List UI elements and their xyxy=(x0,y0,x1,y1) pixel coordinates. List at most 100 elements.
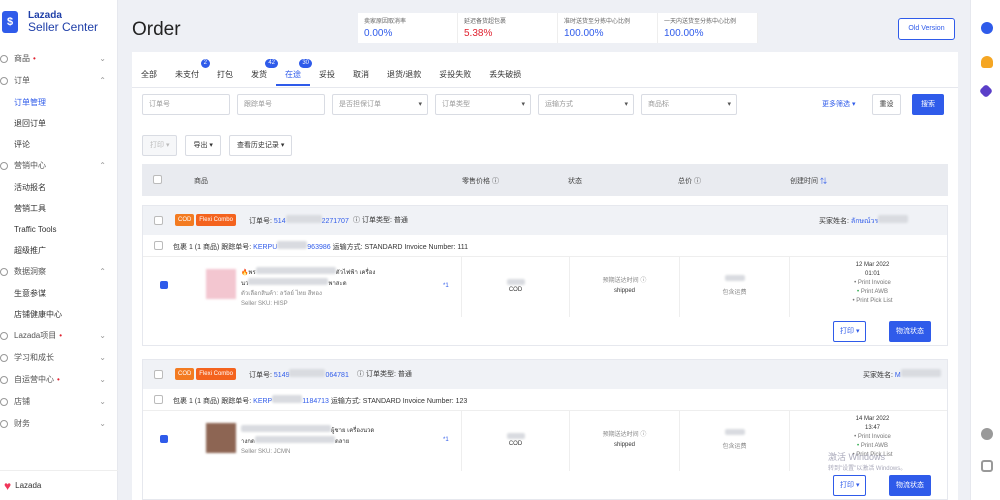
order-number-end: 2271707 xyxy=(321,218,349,225)
product-tag-select[interactable]: 商品标 ▾ xyxy=(641,94,737,115)
sidebar-item-orders[interactable]: 订单 ⌃ xyxy=(0,70,118,92)
sidebar-item-sponsored[interactable]: 超级推广 xyxy=(0,240,118,261)
tracking-start[interactable]: KERPU xyxy=(253,244,277,251)
print-awb-status[interactable]: • Print AWB xyxy=(796,288,949,297)
status-value: shipped xyxy=(613,288,636,294)
product-title-line1[interactable]: 🔥พร ตัวไฟฟ้า เครื่อง xyxy=(241,267,451,278)
order-item-row: ผู้ชาย เครื่องนวด างกด ดลาย Seller SKU: J… xyxy=(143,411,947,471)
guarantee-select[interactable]: 是否担保订单 ▾ xyxy=(332,94,428,115)
order-number-value[interactable]: 514 2271707 xyxy=(273,215,349,225)
order-checkbox[interactable] xyxy=(154,216,163,225)
shipping-method-select[interactable]: 运输方式 ▾ xyxy=(538,94,634,115)
reset-button[interactable]: 重设 xyxy=(872,94,901,115)
package-checkbox[interactable] xyxy=(154,395,163,404)
feedback-edit-icon[interactable] xyxy=(981,460,993,472)
select-all-checkbox[interactable] xyxy=(153,175,162,184)
sidebar-item-order-management[interactable]: 订单管理 xyxy=(0,92,118,113)
settings-gear-icon[interactable] xyxy=(981,428,993,440)
package-checkbox[interactable] xyxy=(154,241,163,250)
sidebar-item-campaigns[interactable]: 活动报名 xyxy=(0,177,118,198)
tab-in-transit[interactable]: 在途 30 xyxy=(276,59,312,86)
print-invoice-status[interactable]: • Print Invoice xyxy=(796,279,949,288)
order-number-start: 514 xyxy=(273,218,286,225)
done-dot: • xyxy=(857,443,860,449)
buyer-value[interactable]: ลักษณ์วร xyxy=(851,218,878,225)
created-time: 13:47 xyxy=(864,425,880,431)
package-row: 包裹 1 (1 商品) 跟踪单号: KERPU 963986 运输方式: STAN… xyxy=(143,235,947,257)
sidebar-item-finance[interactable]: 财务 ⌄ xyxy=(0,413,118,435)
column-price: 零售价格 ⓘ xyxy=(462,176,499,186)
badge-icon[interactable] xyxy=(978,83,994,99)
sidebar-item-lazada-programs[interactable]: Lazada项目 • ⌄ xyxy=(0,325,118,347)
product-title-line1[interactable]: ผู้ชาย เครื่องนวด xyxy=(241,425,451,436)
history-button[interactable]: 查看历史记录 ▾ xyxy=(228,135,293,156)
old-version-button[interactable]: Old Version xyxy=(898,18,955,40)
tab-returns[interactable]: 退货/退款 xyxy=(378,64,430,86)
order-number-end: 064781 xyxy=(325,372,349,379)
chevron-up-icon: ⌃ xyxy=(99,76,106,85)
data-icon xyxy=(0,268,8,276)
button-label: 打印 xyxy=(840,482,854,489)
product-title-start: พร xyxy=(248,270,256,276)
brand-subtitle: Seller Center xyxy=(28,20,99,34)
order-number-start: 5149 xyxy=(273,372,290,379)
search-button[interactable]: 搜索 xyxy=(912,94,944,115)
sidebar-item-label: 营销中心 xyxy=(14,161,46,170)
sort-icon: ⇅ xyxy=(819,178,827,185)
tab-packing[interactable]: 打包 xyxy=(208,64,242,86)
tab-failed-delivery[interactable]: 妥投失败 xyxy=(430,64,480,86)
tracking-end[interactable]: 963986 xyxy=(307,244,330,251)
tab-shipping[interactable]: 发货 42 xyxy=(242,59,278,86)
info-icon: ⓘ xyxy=(693,178,701,185)
print-bulk-button[interactable]: 打印 ▾ xyxy=(142,135,178,156)
order-number-input[interactable]: 订单号 xyxy=(142,94,230,115)
sidebar-item-store[interactable]: 店铺 ⌄ xyxy=(0,391,118,413)
buyer-value[interactable]: M xyxy=(895,372,901,379)
info-icon: ⓘ xyxy=(353,217,360,224)
logistics-status-button[interactable]: 物流状态 xyxy=(889,475,931,496)
tab-unpaid[interactable]: 未支付 2 xyxy=(166,59,210,86)
logistics-status-button[interactable]: 物流状态 xyxy=(889,321,931,342)
sidebar-item-marketing[interactable]: 营销中心 ⌃ xyxy=(0,155,118,177)
tracking-end[interactable]: 1184713 xyxy=(302,398,329,405)
print-button[interactable]: 打印 ▾ xyxy=(833,475,867,496)
column-created[interactable]: 创建时间 ⇅ xyxy=(790,176,827,186)
package-label: 包裹 1 (1 商品) xyxy=(173,244,220,251)
cod-tag: COD xyxy=(175,368,195,380)
sidebar-item-traffic-tools[interactable]: Traffic Tools xyxy=(0,219,118,240)
sidebar-item-returns[interactable]: 退回订单 xyxy=(0,113,118,134)
sidebar-item-reviews[interactable]: 评论 xyxy=(0,134,118,155)
seller-sku: Seller SKU: HISP xyxy=(241,301,288,307)
sidebar-item-business-advisor[interactable]: 生意参谋 xyxy=(0,283,118,304)
sidebar-item-learning[interactable]: 学习和成长 ⌄ xyxy=(0,347,118,369)
total-cell: 包含运费 xyxy=(679,411,789,471)
logo[interactable]: $ Lazada Seller Center xyxy=(2,10,98,34)
more-filters-button[interactable]: 更多筛选 ▾ xyxy=(822,94,855,115)
column-label: 零售价格 xyxy=(462,178,490,185)
tab-all[interactable]: 全部 xyxy=(132,64,166,86)
tab-canceled[interactable]: 取消 xyxy=(344,64,378,86)
product-info: ผู้ชาย เครื่องนวด างกด ดลาย Seller SKU: J… xyxy=(241,425,451,457)
order-checkbox[interactable] xyxy=(154,370,163,379)
sidebar-item-products[interactable]: 商品 • ⌄ xyxy=(0,48,118,70)
flexi-combo-tag: Flexi Combo xyxy=(196,368,236,380)
tab-delivered[interactable]: 妥投 xyxy=(310,64,344,86)
tracking-start[interactable]: KERP xyxy=(253,398,272,405)
sidebar-item-self-operation[interactable]: 自运营中心 • ⌄ xyxy=(0,369,118,391)
self-operation-icon xyxy=(0,376,8,384)
order-type-select[interactable]: 订单类型 ▾ xyxy=(435,94,531,115)
print-invoice-status[interactable]: • Print Invoice xyxy=(796,433,949,442)
print-button[interactable]: 打印 ▾ xyxy=(833,321,867,342)
tab-lost-damaged[interactable]: 丢失破损 xyxy=(480,64,530,86)
sidebar-item-marketing-tools[interactable]: 营销工具 xyxy=(0,198,118,219)
print-pick-status[interactable]: • Print Pick List xyxy=(796,297,949,306)
shipping-method: 运输方式: STANDARD xyxy=(332,244,403,251)
chat-icon[interactable] xyxy=(981,22,993,34)
redacted-text xyxy=(900,369,941,377)
sidebar-item-data-insights[interactable]: 数据洞察 ⌃ xyxy=(0,261,118,283)
tracking-number-input[interactable]: 跟踪单号 xyxy=(237,94,325,115)
order-number-value[interactable]: 5149 064781 xyxy=(273,369,349,379)
notification-bell-icon[interactable] xyxy=(981,56,993,68)
export-button[interactable]: 导出 ▾ xyxy=(185,135,221,156)
sidebar-item-store-health[interactable]: 店铺健康中心 xyxy=(0,304,118,325)
